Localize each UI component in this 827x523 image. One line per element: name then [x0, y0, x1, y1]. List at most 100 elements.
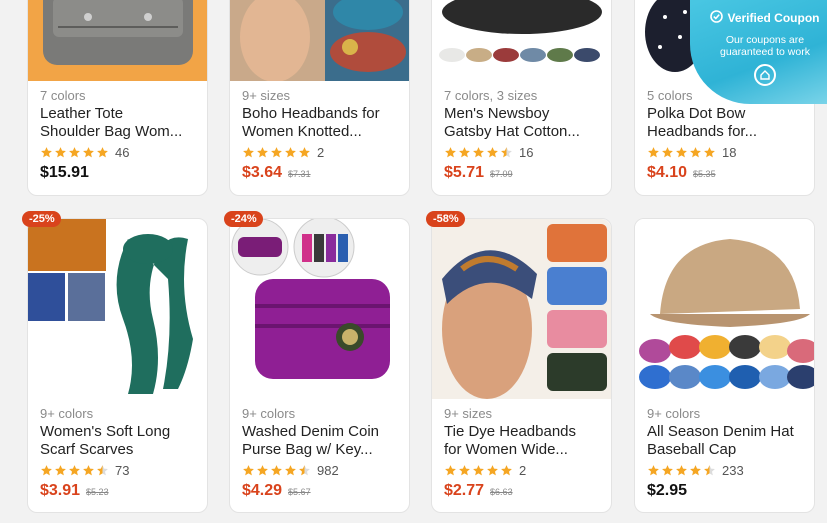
star-half-icon [96, 464, 109, 477]
rating: 2 [444, 462, 599, 478]
verified-coupon-banner[interactable]: Verified Coupon Our coupons are guarantee… [690, 0, 827, 104]
price: $4.10 [647, 164, 688, 181]
variant-count: 7 colors [40, 88, 86, 103]
star-full-icon [472, 146, 485, 159]
star-full-icon [68, 464, 81, 477]
variant-count: 7 colors, 3 sizes [444, 88, 538, 103]
star-full-icon [242, 464, 255, 477]
product-card[interactable]: -58% ad 9+ sizes Tie Dye Headbandsfor Wo… [426, 211, 612, 513]
review-count: 2 [519, 462, 527, 478]
discount-badge: -58% [426, 211, 465, 227]
original-price: $7.31 [288, 169, 311, 179]
star-full-icon [689, 146, 702, 159]
price: $3.91 [40, 482, 81, 499]
product-card[interactable]: 9+ colors All Season Denim Hat Baseball C… [634, 218, 815, 513]
star-full-icon [54, 464, 67, 477]
star-full-icon [256, 146, 269, 159]
product-card[interactable]: 7 colors Leather Tote Shoulder Bag Wom...… [27, 0, 208, 196]
price: $2.95 [647, 482, 688, 499]
original-price: $5.35 [693, 169, 716, 179]
product-title[interactable]: Polka Dot Bow Headbands for... [647, 105, 802, 141]
price: $2.77 [444, 482, 485, 499]
star-rating [444, 146, 513, 159]
product-title[interactable]: Men's Newsboy Gatsby Hat Cotton... [444, 105, 599, 141]
product-card[interactable]: 9+ sizes Boho Headbands for Women Knotted… [229, 0, 410, 196]
price: $15.91 [40, 164, 89, 181]
rating: 2 [242, 144, 397, 160]
review-count: 982 [317, 462, 339, 478]
star-full-icon [675, 464, 688, 477]
star-full-icon [270, 464, 283, 477]
discount-badge: -24% [224, 211, 263, 227]
star-rating [444, 464, 513, 477]
star-full-icon [444, 146, 457, 159]
original-price: $7.09 [490, 169, 513, 179]
star-half-icon [500, 146, 513, 159]
review-count: 18 [722, 144, 737, 160]
star-half-icon [298, 464, 311, 477]
rating: 16 [444, 144, 599, 160]
variant-count: 9+ colors [40, 406, 94, 421]
star-full-icon [472, 464, 485, 477]
star-rating [242, 464, 311, 477]
product-image[interactable] [635, 219, 814, 399]
product-image[interactable] [230, 0, 409, 81]
price: $4.29 [242, 482, 283, 499]
product-card[interactable]: -25% 9+ colors Women's Soft Long Scarf Sc… [22, 211, 208, 513]
star-full-icon [689, 464, 702, 477]
star-full-icon [500, 464, 513, 477]
star-full-icon [82, 146, 95, 159]
review-count: 2 [317, 144, 325, 160]
product-image[interactable] [230, 219, 409, 399]
star-full-icon [40, 464, 53, 477]
rating: 233 [647, 462, 802, 478]
original-price: $5.23 [86, 487, 109, 497]
price: $5.71 [444, 164, 485, 181]
coupon-subtitle: Our coupons are guaranteed to work [720, 34, 810, 58]
product-image[interactable]: ad [432, 219, 611, 399]
star-rating [242, 146, 311, 159]
star-full-icon [486, 146, 499, 159]
product-card[interactable]: 7 colors, 3 sizes Men's Newsboy Gatsby Ha… [431, 0, 612, 196]
product-card[interactable]: -24% 9+ colors Washed Denim Coin Purse Ba… [224, 211, 410, 513]
star-full-icon [284, 464, 297, 477]
product-title[interactable]: Tie Dye Headbands for Women Wide... [444, 423, 599, 459]
star-full-icon [486, 464, 499, 477]
coupon-shield-icon [754, 64, 776, 86]
review-count: 16 [519, 144, 534, 160]
product-title[interactable]: Women's Soft Long Scarf Scarves [40, 423, 195, 459]
check-circle-icon [710, 10, 724, 26]
review-count: 233 [722, 462, 744, 478]
star-full-icon [661, 146, 674, 159]
star-half-icon [703, 464, 716, 477]
product-image[interactable] [432, 0, 611, 81]
star-full-icon [458, 464, 471, 477]
star-full-icon [647, 464, 660, 477]
review-count: 73 [115, 462, 130, 478]
product-image[interactable] [28, 0, 207, 81]
rating: 73 [40, 462, 195, 478]
variant-count: 9+ sizes [444, 406, 493, 421]
product-title[interactable]: Leather Tote Shoulder Bag Wom... [40, 105, 195, 141]
star-full-icon [661, 464, 674, 477]
star-full-icon [96, 146, 109, 159]
star-rating [40, 464, 109, 477]
star-full-icon [675, 146, 688, 159]
variant-count: 9+ colors [647, 406, 701, 421]
star-full-icon [444, 464, 457, 477]
variant-count: 9+ colors [242, 406, 296, 421]
star-full-icon [242, 146, 255, 159]
star-full-icon [54, 146, 67, 159]
star-full-icon [40, 146, 53, 159]
product-title[interactable]: Washed Denim Coin Purse Bag w/ Key... [242, 423, 397, 459]
review-count: 46 [115, 144, 130, 160]
star-full-icon [68, 146, 81, 159]
star-full-icon [270, 146, 283, 159]
star-rating [40, 146, 109, 159]
product-grid: 7 colors Leather Tote Shoulder Bag Wom...… [0, 0, 827, 523]
product-title[interactable]: All Season Denim Hat Baseball Cap [647, 423, 802, 459]
star-rating [647, 146, 716, 159]
product-image[interactable] [28, 219, 207, 399]
rating: 18 [647, 144, 802, 160]
product-title[interactable]: Boho Headbands for Women Knotted... [242, 105, 397, 141]
